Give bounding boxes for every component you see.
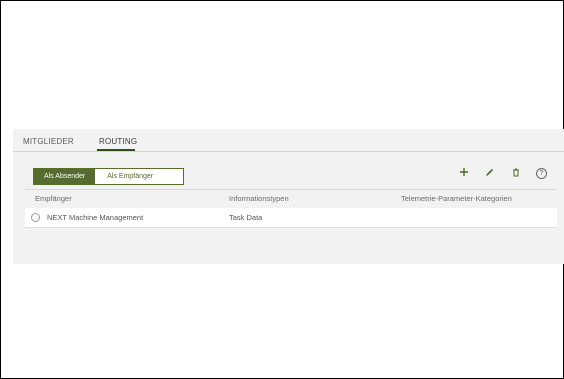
toolbar: ? [458, 167, 547, 180]
help-icon[interactable]: ? [536, 168, 547, 179]
tab-routing[interactable]: ROUTING [99, 137, 137, 146]
direction-toggle: Als Absender Als Empfänger [33, 168, 185, 185]
pencil-icon[interactable] [484, 167, 496, 180]
cell-info-type: Task Data [229, 213, 263, 222]
as-receiver-button[interactable]: Als Empfänger [95, 169, 184, 184]
routing-panel: MITGLIEDER ROUTING Als Absender Als Empf… [13, 129, 564, 264]
tab-bar: MITGLIEDER ROUTING [13, 129, 564, 152]
as-sender-button[interactable]: Als Absender [34, 169, 96, 184]
tab-members[interactable]: MITGLIEDER [23, 137, 74, 146]
trash-icon[interactable] [510, 167, 522, 180]
column-header-info-types[interactable]: Informationstypen [229, 194, 289, 203]
row-radio[interactable] [31, 213, 40, 222]
table-header: Empfänger Informationstypen Telemetrie-P… [25, 189, 557, 209]
column-header-receiver[interactable]: Empfänger [35, 194, 72, 203]
table-row[interactable]: NEXT Machine Management Task Data [25, 208, 557, 228]
plus-icon[interactable] [458, 167, 470, 180]
cell-receiver: NEXT Machine Management [47, 213, 144, 222]
active-tab-indicator [97, 149, 135, 151]
window-frame: MITGLIEDER ROUTING Als Absender Als Empf… [0, 0, 564, 379]
column-header-telemetry-categories[interactable]: Telemetrie-Parameter-Kategorien [401, 194, 512, 203]
